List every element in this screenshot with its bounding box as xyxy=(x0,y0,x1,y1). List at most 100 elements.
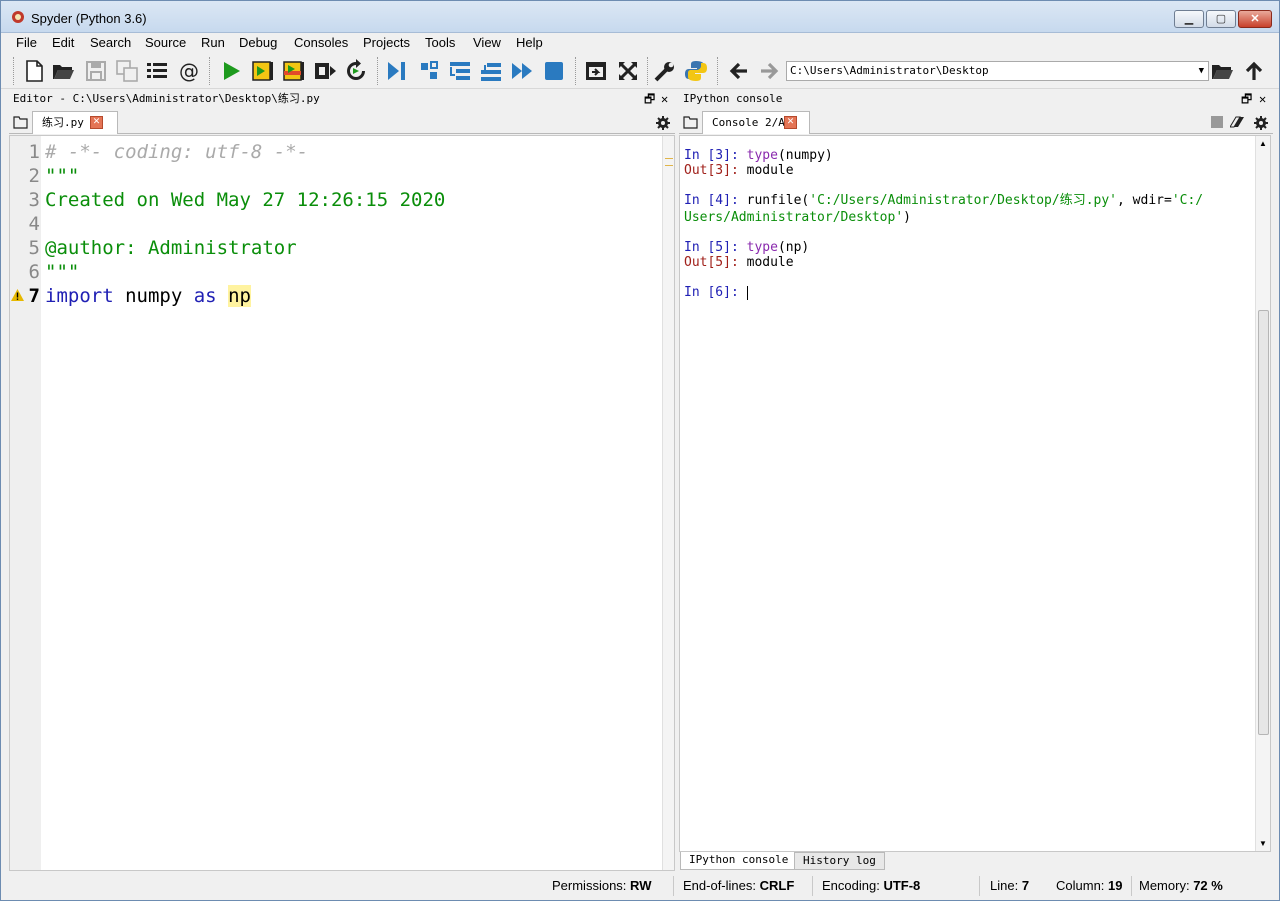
warning-icon[interactable] xyxy=(11,289,24,301)
continue-icon[interactable] xyxy=(510,59,534,83)
forward-icon[interactable] xyxy=(757,59,781,83)
menu-projects[interactable]: Projects xyxy=(363,35,410,50)
editor-tab-bar: 练习.py ✕ xyxy=(9,110,675,134)
run-cell-icon[interactable] xyxy=(251,59,275,83)
close-tab-icon[interactable]: ✕ xyxy=(90,116,103,129)
fullscreen-icon[interactable] xyxy=(616,59,640,83)
ipython-console[interactable]: In [3]: type(numpy) Out[3]: module In [4… xyxy=(679,135,1271,852)
line-number: 1 xyxy=(28,141,40,163)
rerun-icon[interactable] xyxy=(344,59,368,83)
menu-edit[interactable]: Edit xyxy=(52,35,74,50)
back-icon[interactable] xyxy=(727,59,751,83)
at-icon[interactable]: @ xyxy=(177,59,201,83)
menu-file[interactable]: File xyxy=(16,35,37,50)
status-encoding: Encoding: UTF-8 xyxy=(822,876,920,896)
console-input-line: In [3]: type(numpy) xyxy=(684,148,833,163)
console-input-line[interactable]: In [6]: xyxy=(684,285,748,300)
status-label: Memory: xyxy=(1139,878,1190,893)
status-eol: End-of-lines: CRLF xyxy=(683,876,794,896)
builtin-name: type xyxy=(746,240,778,255)
run-cell-advance-icon[interactable] xyxy=(282,59,306,83)
new-file-icon[interactable] xyxy=(22,59,46,83)
menu-search[interactable]: Search xyxy=(90,35,131,50)
toolbar-separator xyxy=(575,57,576,85)
run-icon[interactable] xyxy=(219,59,243,83)
maximize-button[interactable]: ▢ xyxy=(1206,10,1236,28)
close-pane-icon[interactable]: ✕ xyxy=(1259,90,1266,108)
close-pane-icon[interactable]: ✕ xyxy=(661,90,668,108)
gear-icon[interactable] xyxy=(656,116,670,130)
code-editor[interactable]: 1 2 3 4 5 6 7 # -*- coding: utf-8 -*- ""… xyxy=(9,135,675,871)
working-directory-combobox[interactable]: C:\Users\Administrator\Desktop ▼ xyxy=(786,61,1209,81)
preferences-icon[interactable] xyxy=(653,59,677,83)
undock-icon[interactable]: 🗗 xyxy=(1241,90,1252,108)
status-memory: Memory: 72 % xyxy=(1139,876,1223,896)
python-path-icon[interactable] xyxy=(684,59,708,83)
code-area[interactable]: # -*- coding: utf-8 -*- """ Created on W… xyxy=(41,136,661,870)
status-value: CRLF xyxy=(759,878,795,893)
step-return-icon[interactable] xyxy=(479,59,503,83)
status-value: 19 xyxy=(1108,878,1123,893)
status-column: Column: 19 xyxy=(1056,876,1123,896)
input-code: (numpy) xyxy=(777,148,833,163)
step-icon[interactable] xyxy=(417,59,441,83)
menu-source[interactable]: Source xyxy=(145,35,186,50)
editor-tab-label: 练习.py xyxy=(42,116,84,129)
undock-icon[interactable]: 🗗 xyxy=(644,90,655,108)
save-icon[interactable] xyxy=(84,59,108,83)
run-selection-icon[interactable] xyxy=(313,59,337,83)
toolbar-separator xyxy=(647,57,648,85)
status-line: Line: 7 xyxy=(990,876,1029,896)
line-number: 4 xyxy=(28,213,40,235)
console-output-line: Out[3]: module xyxy=(684,163,794,178)
step-into-icon[interactable] xyxy=(448,59,472,83)
menu-debug[interactable]: Debug xyxy=(239,35,277,50)
scroll-up-arrow[interactable]: ▲ xyxy=(1259,139,1267,148)
debug-icon[interactable] xyxy=(385,59,409,83)
alias-name: np xyxy=(228,285,251,307)
string-literal: Users/Administrator/Desktop' xyxy=(684,210,904,225)
menu-tools[interactable]: Tools xyxy=(425,35,455,50)
close-window-button[interactable]: ✕ xyxy=(1238,10,1272,28)
browse-tabs-icon[interactable] xyxy=(13,116,28,129)
tab-history-log[interactable]: History log xyxy=(794,852,885,870)
stop-icon[interactable] xyxy=(542,59,566,83)
svg-text:@: @ xyxy=(179,59,199,83)
menu-help[interactable]: Help xyxy=(516,35,543,50)
console-input-continuation: Users/Administrator/Desktop') xyxy=(684,210,911,225)
close-tab-icon[interactable]: ✕ xyxy=(784,116,797,129)
scrollbar-thumb[interactable] xyxy=(1258,310,1269,735)
status-value: 72 % xyxy=(1193,878,1223,893)
editor-scrollbar[interactable] xyxy=(662,136,674,870)
chevron-down-icon[interactable]: ▼ xyxy=(1199,62,1204,80)
interrupt-kernel-icon[interactable] xyxy=(1211,116,1223,128)
open-file-icon[interactable] xyxy=(51,59,75,83)
parent-dir-icon[interactable] xyxy=(1242,59,1266,83)
menu-bar: File Edit Search Source Run Debug Consol… xyxy=(1,33,1279,53)
minimize-button[interactable]: ▁ xyxy=(1174,10,1204,28)
console-tab[interactable]: Console 2/A ✕ xyxy=(702,111,810,134)
console-scrollbar[interactable]: ▲ ▼ xyxy=(1255,136,1270,851)
console-pane-title: IPython console xyxy=(683,92,783,105)
save-all-icon[interactable] xyxy=(115,59,139,83)
scroll-marker xyxy=(665,158,673,166)
browse-tabs-icon[interactable] xyxy=(683,116,698,129)
working-directory-text: C:\Users\Administrator\Desktop xyxy=(790,64,989,77)
maximize-pane-icon[interactable] xyxy=(584,59,608,83)
output-value: module xyxy=(746,255,794,270)
gear-icon[interactable] xyxy=(1254,116,1268,130)
status-separator xyxy=(812,876,813,896)
status-label: Encoding: xyxy=(822,878,880,893)
scroll-down-arrow[interactable]: ▼ xyxy=(1259,839,1267,848)
code-line-docstring: @author: Administrator xyxy=(45,237,297,259)
eraser-icon[interactable] xyxy=(1230,116,1244,128)
menu-view[interactable]: View xyxy=(473,35,501,50)
outline-icon[interactable] xyxy=(145,59,169,83)
menu-run[interactable]: Run xyxy=(201,35,225,50)
menu-consoles[interactable]: Consoles xyxy=(294,35,348,50)
tab-ipython-console[interactable]: IPython console xyxy=(680,852,798,870)
browse-folder-icon[interactable] xyxy=(1210,59,1234,83)
status-value: UTF-8 xyxy=(883,878,921,893)
editor-tab[interactable]: 练习.py ✕ xyxy=(32,111,118,134)
console-input-line: In [5]: type(np) xyxy=(684,240,809,255)
